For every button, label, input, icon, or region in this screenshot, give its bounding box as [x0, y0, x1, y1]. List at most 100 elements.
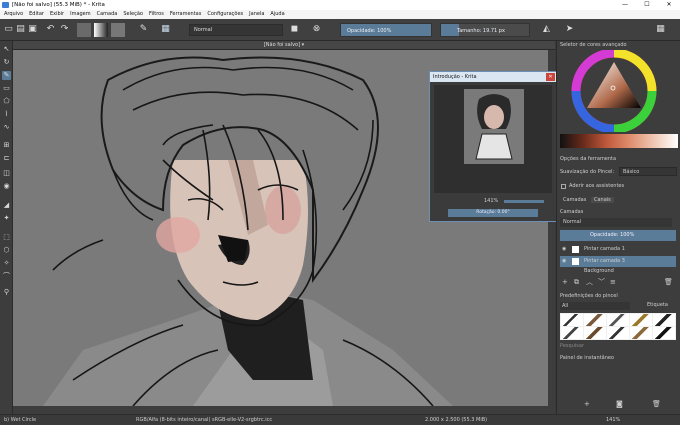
- preset-tag-label[interactable]: Etiqueta: [647, 302, 668, 308]
- add-snapshot-icon[interactable]: +: [584, 400, 590, 408]
- move-down-icon[interactable]: ﹀: [598, 278, 605, 287]
- preset-item[interactable]: [607, 314, 629, 326]
- document-tab[interactable]: [Não foi salvo] ▾: [13, 41, 555, 50]
- move-up-icon[interactable]: ︿: [586, 278, 593, 287]
- polygon-select-tool-icon[interactable]: ⬡: [2, 246, 11, 255]
- rectangle-tool-icon[interactable]: ▭: [2, 84, 11, 93]
- visibility-eye-icon[interactable]: ◉: [562, 256, 566, 267]
- status-dimensions: 2.000 x 2.500 (55.3 MiB): [425, 417, 488, 423]
- minimize-button[interactable]: —: [614, 0, 636, 10]
- new-document-icon[interactable]: ▭: [3, 24, 14, 35]
- save-icon[interactable]: ▣: [27, 24, 38, 35]
- color-swatch[interactable]: [111, 23, 125, 37]
- right-docker: Seletor de cores avançado Opções da ferr…: [556, 41, 680, 414]
- menu-imagem[interactable]: Imagem: [70, 10, 91, 19]
- tab-camadas[interactable]: Camadas: [563, 197, 586, 203]
- snap-checkbox[interactable]: [561, 184, 566, 189]
- menu-ferramentas[interactable]: Ferramentas: [170, 10, 202, 19]
- menu-janela[interactable]: Janela: [249, 10, 264, 19]
- color-wheel[interactable]: [569, 48, 659, 134]
- gradient-tool-icon[interactable]: ◫: [2, 169, 11, 178]
- menu-editar[interactable]: Editar: [29, 10, 44, 19]
- status-brush: b) Wet Circle: [4, 417, 37, 423]
- preset-item[interactable]: [630, 314, 652, 326]
- overview-rotation-slider[interactable]: Rotação: 0.00°: [448, 209, 538, 217]
- preset-item[interactable]: [607, 327, 629, 339]
- preset-item[interactable]: [653, 327, 675, 339]
- bezier-tool-icon[interactable]: ⌇: [2, 110, 11, 119]
- preset-item[interactable]: [630, 327, 652, 339]
- preserve-alpha-icon[interactable]: ⊗: [311, 24, 322, 35]
- preset-item[interactable]: [584, 314, 606, 326]
- undo-icon[interactable]: ↶: [45, 24, 56, 35]
- opacity-slider[interactable]: Opacidade: 100%: [340, 23, 432, 37]
- measure-tool-icon[interactable]: ✦: [2, 214, 11, 223]
- menu-exibir[interactable]: Exibir: [50, 10, 64, 19]
- layer-thumbnail: [572, 258, 579, 265]
- layer-opacity-slider[interactable]: Opacidade: 100%: [560, 230, 676, 241]
- menu-arquivo[interactable]: Arquivo: [4, 10, 23, 19]
- horizontal-scrollbar[interactable]: [13, 406, 555, 414]
- layer-name: Pintar camada 1: [584, 246, 625, 252]
- layer-properties-icon[interactable]: ≡: [610, 278, 616, 287]
- open-folder-icon[interactable]: ▤: [15, 24, 26, 35]
- redo-icon[interactable]: ↷: [59, 24, 70, 35]
- overview-close-icon[interactable]: ✕: [546, 73, 555, 81]
- camera-icon[interactable]: ◙: [616, 400, 623, 408]
- preset-item[interactable]: [653, 314, 675, 326]
- crop-tool-icon[interactable]: ⊏: [2, 154, 11, 163]
- wrap-around-icon[interactable]: ➤: [564, 24, 575, 35]
- status-zoom[interactable]: 141%: [606, 415, 620, 425]
- rect-select-tool-icon[interactable]: ⬚: [2, 233, 11, 242]
- preset-item[interactable]: [584, 327, 606, 339]
- layer-row-selected[interactable]: ◉ Pintar camada 3: [560, 256, 676, 267]
- menu-filtros[interactable]: Filtros: [149, 10, 164, 19]
- color-history-bar[interactable]: [560, 134, 678, 148]
- menu-camada[interactable]: Camada: [97, 10, 118, 19]
- close-button[interactable]: ✕: [658, 0, 680, 10]
- duplicate-layer-icon[interactable]: ⧉: [574, 278, 579, 287]
- contiguous-select-tool-icon[interactable]: ✧: [2, 259, 11, 268]
- select-shapes-tool-icon[interactable]: ↖: [2, 45, 11, 54]
- edit-brush-icon[interactable]: ▦: [160, 24, 171, 35]
- zoom-tool-icon[interactable]: ⚲: [2, 288, 11, 297]
- bezier-select-tool-icon[interactable]: ⌒: [2, 272, 11, 281]
- blend-mode-select[interactable]: Normal: [189, 24, 283, 36]
- preset-item[interactable]: [561, 314, 583, 326]
- assistant-tool-icon[interactable]: ◢: [2, 201, 11, 210]
- layer-blend-select[interactable]: Normal: [560, 218, 672, 227]
- visibility-eye-icon[interactable]: ◉: [562, 244, 566, 255]
- add-layer-icon[interactable]: +: [562, 278, 568, 287]
- menu-ajuda[interactable]: Ajuda: [270, 10, 284, 19]
- freehand-brush-tool-icon[interactable]: ✎: [2, 71, 11, 80]
- layer-row[interactable]: ◉ Pintar camada 1: [560, 244, 676, 255]
- snapshot-title: Painel de instantâneo: [560, 355, 614, 361]
- size-slider[interactable]: Tamanho: 19.71 px: [440, 23, 530, 37]
- fill-tool-icon[interactable]: ◉: [2, 182, 11, 191]
- layer-row[interactable]: Background: [560, 268, 676, 275]
- preset-filter-select[interactable]: All: [560, 302, 630, 310]
- workspace-icon[interactable]: ▦: [655, 24, 666, 35]
- overview-titlebar[interactable]: Introdução - Krita ✕: [430, 72, 556, 82]
- overview-title: Introdução - Krita: [433, 74, 477, 80]
- gradient-swatch[interactable]: [77, 23, 91, 37]
- maximize-button[interactable]: ☐: [636, 0, 658, 10]
- erase-mode-icon[interactable]: ◼: [289, 24, 300, 35]
- menu-selecao[interactable]: Seleção: [123, 10, 143, 19]
- preset-search-input[interactable]: Pesquisar: [560, 343, 584, 349]
- overview-zoom-slider[interactable]: [504, 200, 544, 203]
- dynamic-brush-tool-icon[interactable]: ∿: [2, 123, 11, 132]
- smoothing-select[interactable]: Básico: [619, 167, 677, 176]
- transform-tool-icon[interactable]: ⊞: [2, 141, 11, 150]
- preset-item[interactable]: [561, 327, 583, 339]
- overview-thumbnail-frame[interactable]: [434, 85, 552, 193]
- mirror-horizontal-icon[interactable]: ◭: [541, 24, 552, 35]
- delete-snapshot-icon[interactable]: 🗑: [652, 400, 661, 408]
- polygon-tool-icon[interactable]: ⬠: [2, 97, 11, 106]
- menu-configuracoes[interactable]: Configurações: [207, 10, 243, 19]
- tab-canais[interactable]: Canais: [591, 197, 614, 203]
- pattern-swatch[interactable]: [94, 23, 108, 37]
- delete-layer-icon[interactable]: 🗑: [664, 278, 673, 287]
- brush-preset-icon[interactable]: ✎: [138, 24, 149, 35]
- calligraphy-tool-icon[interactable]: ↻: [2, 58, 11, 67]
